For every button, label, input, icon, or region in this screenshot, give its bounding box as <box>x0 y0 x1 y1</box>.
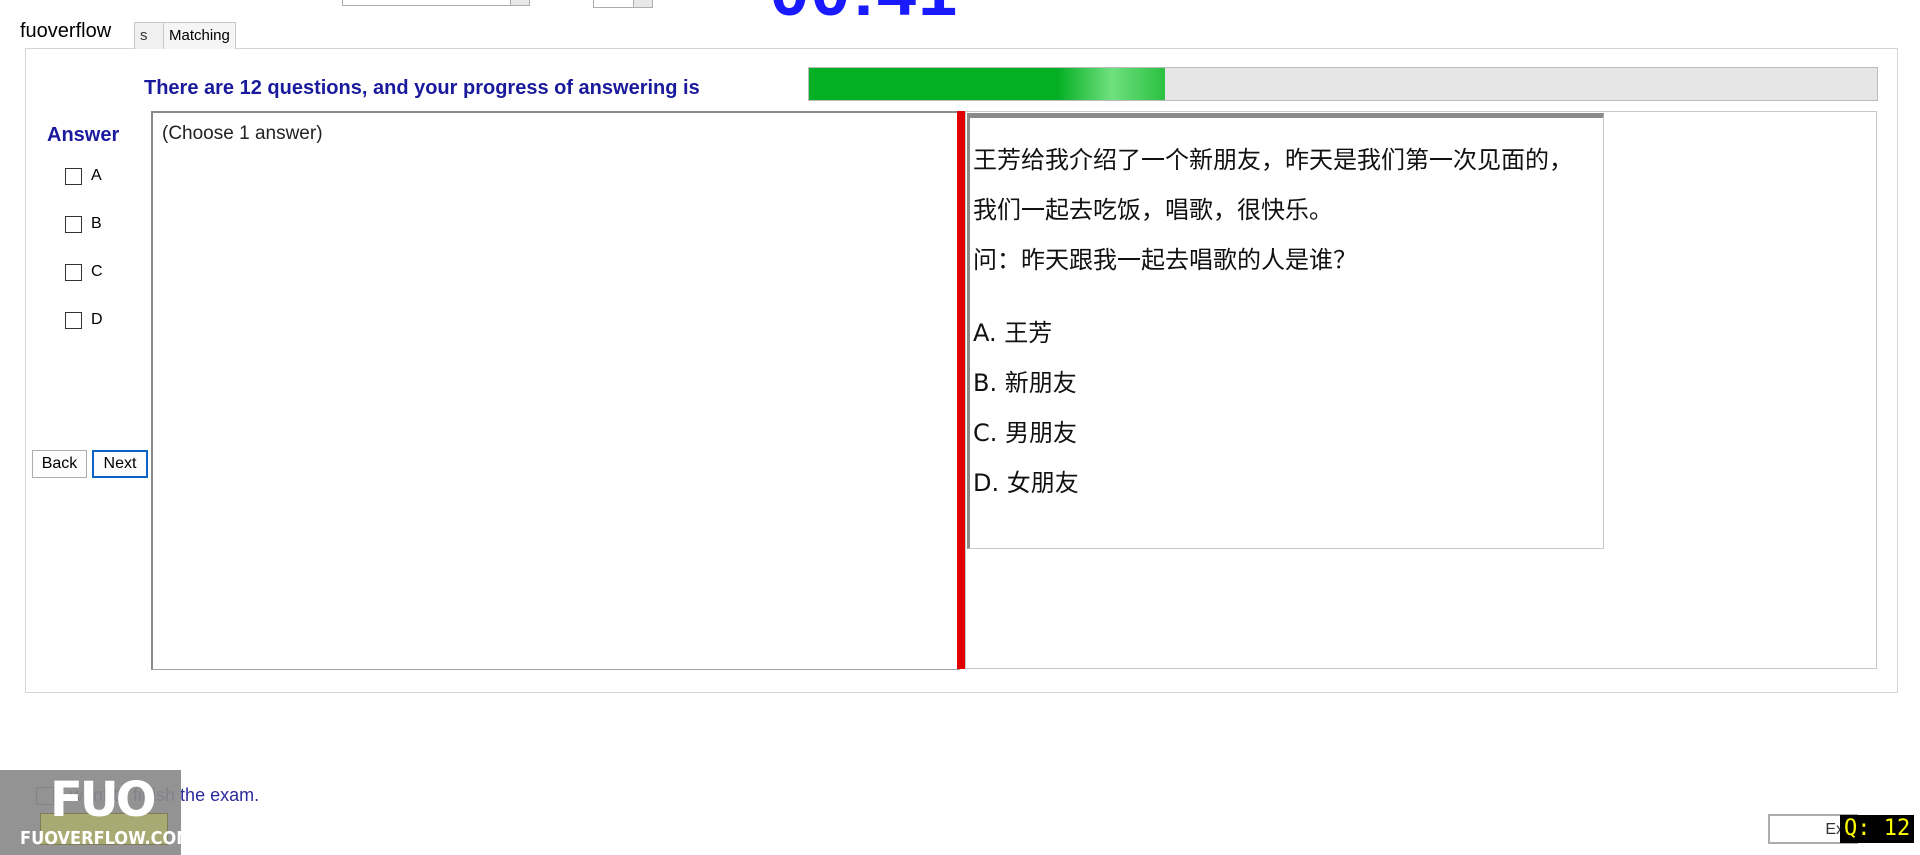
option-label: D <box>91 311 103 328</box>
top-small-combo-box[interactable] <box>593 0 653 8</box>
checkbox[interactable] <box>65 311 82 329</box>
pane-splitter[interactable] <box>957 111 965 669</box>
option-label: C <box>91 263 103 280</box>
question-option: B. 新朋友 <box>973 369 1077 397</box>
watermark-text: FUOVERFLOW.COM <box>20 828 193 849</box>
answer-option-d[interactable]: D <box>65 310 103 330</box>
exam-timer: 00:41 <box>770 0 959 26</box>
question-text-line: 我们一起去吃饭，唱歌，很快乐。 <box>973 196 1333 224</box>
answer-option-a[interactable]: A <box>65 166 102 186</box>
option-label: B <box>91 215 102 232</box>
brand-watermark-text: fuoverflow <box>18 20 114 43</box>
tab-matching[interactable]: Matching <box>163 22 236 49</box>
question-option: A. 王芳 <box>973 319 1053 347</box>
back-button[interactable]: Back <box>32 450 87 478</box>
question-text-line: 问：昨天跟我一起去唱歌的人是谁？ <box>973 246 1357 274</box>
watermark-logo: FUO <box>50 772 157 828</box>
question-option: D. 女朋友 <box>973 469 1079 497</box>
next-button[interactable]: Next <box>92 450 148 478</box>
top-combo-box[interactable] <box>342 0 530 6</box>
progress-bar <box>808 67 1878 101</box>
question-count-badge: Q: 12 <box>1840 815 1915 843</box>
tab-label: Matching <box>169 27 230 44</box>
question-option: C. 男朋友 <box>973 419 1078 447</box>
checkbox[interactable] <box>65 167 82 185</box>
chevron-down-icon[interactable] <box>633 0 652 7</box>
progress-label: There are 12 questions, and your progres… <box>144 77 700 99</box>
chevron-down-icon[interactable] <box>510 0 529 5</box>
checkbox[interactable] <box>65 263 82 281</box>
instruction-text: (Choose 1 answer) <box>162 123 323 144</box>
question-text-line: 王芳给我介绍了一个新朋友，昨天是我们第一次见面的， <box>973 146 1573 174</box>
option-label: A <box>91 167 102 184</box>
answer-option-c[interactable]: C <box>65 262 103 282</box>
answer-pane <box>151 111 960 670</box>
tab-label: s <box>140 27 148 44</box>
checkbox[interactable] <box>65 215 82 233</box>
answer-title: Answer <box>47 124 120 146</box>
progress-bar-fill <box>809 68 1165 100</box>
answer-option-b[interactable]: B <box>65 214 102 234</box>
